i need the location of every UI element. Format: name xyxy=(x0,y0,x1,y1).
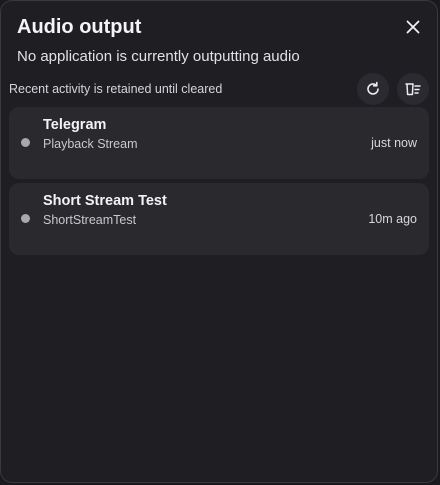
retention-note: Recent activity is retained until cleare… xyxy=(9,82,223,96)
status-message: No application is currently outputting a… xyxy=(17,48,300,65)
last-active-time: 10m ago xyxy=(368,212,417,226)
panel-title: Audio output xyxy=(17,16,142,38)
last-active-time: just now xyxy=(371,136,417,150)
app-name: Short Stream Test xyxy=(43,193,167,209)
stream-name: ShortStreamTest xyxy=(43,213,137,227)
close-button[interactable] xyxy=(399,13,427,41)
app-name: Telegram xyxy=(43,117,107,133)
clear-history-icon xyxy=(405,83,421,96)
clear-history-button[interactable] xyxy=(397,73,429,105)
inactive-indicator-icon xyxy=(21,138,30,147)
panel-header: Audio output xyxy=(17,13,421,43)
activity-toolbar: Recent activity is retained until cleare… xyxy=(9,73,429,105)
audio-output-panel: Audio output No application is currently… xyxy=(0,0,438,483)
inactive-indicator-icon xyxy=(21,214,30,223)
refresh-icon xyxy=(367,81,379,95)
close-icon xyxy=(406,20,420,34)
recent-streams-list: Telegram Playback Stream just now Short … xyxy=(9,107,429,259)
list-item[interactable]: Telegram Playback Stream just now xyxy=(9,107,429,179)
list-item[interactable]: Short Stream Test ShortStreamTest 10m ag… xyxy=(9,183,429,255)
stream-name: Playback Stream xyxy=(43,137,138,151)
refresh-button[interactable] xyxy=(357,73,389,105)
